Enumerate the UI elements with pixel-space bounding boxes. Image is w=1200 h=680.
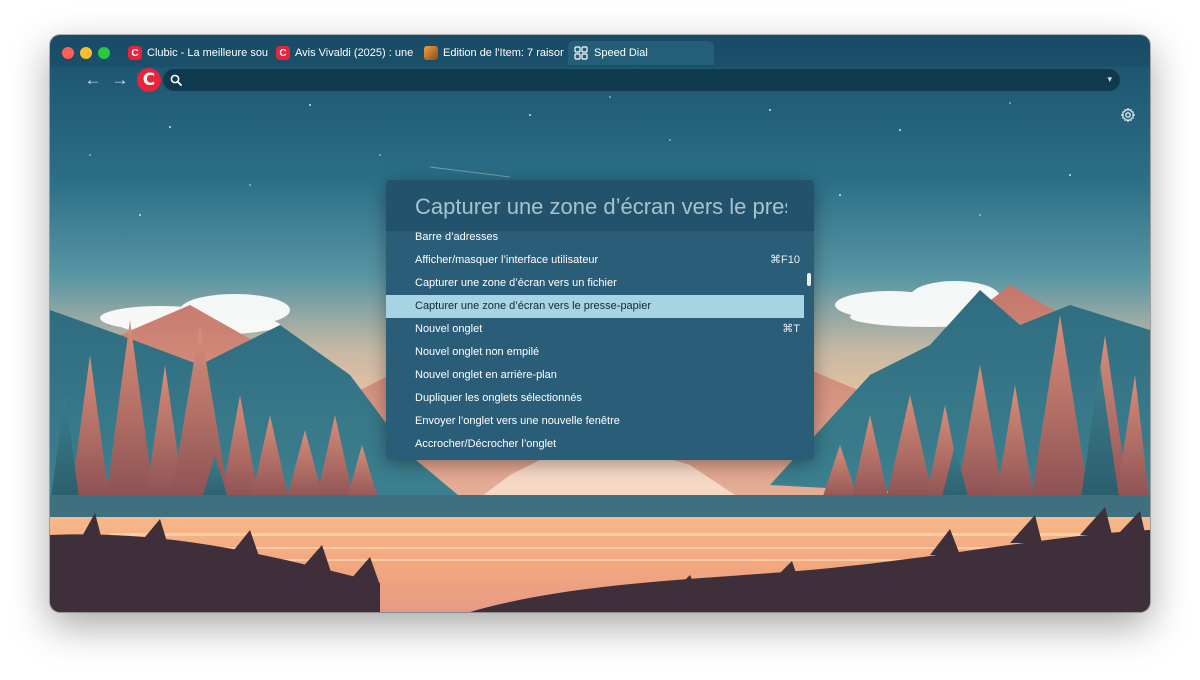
- clubic-icon: C: [128, 46, 142, 60]
- tab-label: Clubic - La meilleure source: [147, 47, 268, 59]
- clubic-icon: C: [276, 46, 290, 60]
- minimize-window-button[interactable]: [80, 47, 92, 59]
- command-label: Capturer une zone d’écran vers un fichie…: [415, 277, 617, 289]
- command-item-new-background-tab[interactable]: Nouvel onglet en arrière-plan: [386, 364, 804, 387]
- address-toolbar: ← → C ▾: [50, 67, 1150, 95]
- command-shortcut: ⌘F10: [770, 254, 800, 266]
- tab-bar: C Clubic - La meilleure source C Avis Vi…: [50, 35, 1150, 67]
- command-item-new-unstacked-tab[interactable]: Nouvel onglet non empilé: [386, 341, 804, 364]
- tab-speed-dial[interactable]: Speed Dial: [568, 41, 714, 65]
- close-window-button[interactable]: [62, 47, 74, 59]
- command-label: Barre d’adresses: [415, 231, 499, 243]
- quick-commands-input[interactable]: [415, 192, 787, 222]
- speed-dial-icon: [574, 46, 588, 60]
- command-label: Nouvel onglet non empilé: [415, 346, 540, 358]
- item-thumbnail-icon: [424, 46, 438, 60]
- command-shortcut: ⌘T: [782, 323, 800, 335]
- tab-edition-item[interactable]: Edition de l'Item: 7 raisons: [424, 41, 564, 65]
- address-bar[interactable]: ▾: [163, 69, 1120, 91]
- command-label: Accrocher/Décrocher l’onglet: [415, 438, 557, 450]
- browser-window: C Clubic - La meilleure source C Avis Vi…: [50, 35, 1150, 612]
- zoom-window-button[interactable]: [98, 47, 110, 59]
- quick-commands-list: Barre d’adresses Afficher/masquer l’inte…: [386, 231, 814, 460]
- quick-commands-scrollbar[interactable]: [807, 273, 811, 286]
- chevron-down-icon[interactable]: ▾: [1107, 74, 1112, 85]
- tab-label: Speed Dial: [594, 47, 648, 59]
- command-item-new-tab[interactable]: Nouvel onglet ⌘T: [386, 318, 804, 341]
- command-item-address-bar[interactable]: Barre d’adresses: [386, 226, 804, 249]
- tab-label: Edition de l'Item: 7 raisons: [443, 47, 564, 59]
- quick-commands-panel: Barre d’adresses Afficher/masquer l’inte…: [386, 180, 814, 460]
- command-item-duplicate-tabs[interactable]: Dupliquer les onglets sélectionnés: [386, 387, 804, 410]
- command-label: Afficher/masquer l’interface utilisateur: [415, 254, 599, 266]
- command-label: Nouvel onglet: [415, 323, 483, 335]
- command-item-capture-to-file[interactable]: Capturer une zone d’écran vers un fichie…: [386, 272, 804, 295]
- clubic-logo-icon[interactable]: C: [137, 68, 161, 92]
- tab-avis-vivaldi[interactable]: C Avis Vivaldi (2025) : une alt: [276, 41, 416, 65]
- command-item-move-tab-to-window[interactable]: Envoyer l’onglet vers une nouvelle fenêt…: [386, 410, 804, 433]
- command-item-pin-tab[interactable]: Accrocher/Décrocher l’onglet: [386, 433, 804, 456]
- search-icon: [170, 74, 182, 86]
- tab-label: Avis Vivaldi (2025) : une alt: [295, 47, 416, 59]
- command-label: Nouvel onglet en arrière-plan: [415, 369, 557, 381]
- command-item-toggle-ui[interactable]: Afficher/masquer l’interface utilisateur…: [386, 249, 804, 272]
- quick-commands-search: [386, 180, 814, 231]
- back-button[interactable]: ←: [82, 69, 104, 91]
- gear-icon[interactable]: [1120, 107, 1136, 123]
- tab-clubic[interactable]: C Clubic - La meilleure source: [128, 41, 268, 65]
- forward-button[interactable]: →: [109, 69, 131, 91]
- command-label: Dupliquer les onglets sélectionnés: [415, 392, 582, 404]
- command-label: Capturer une zone d’écran vers le presse…: [415, 300, 652, 312]
- command-item-capture-to-clipboard[interactable]: Capturer une zone d’écran vers le presse…: [386, 295, 804, 318]
- address-input[interactable]: [187, 71, 1087, 89]
- command-label: Envoyer l’onglet vers une nouvelle fenêt…: [415, 415, 620, 427]
